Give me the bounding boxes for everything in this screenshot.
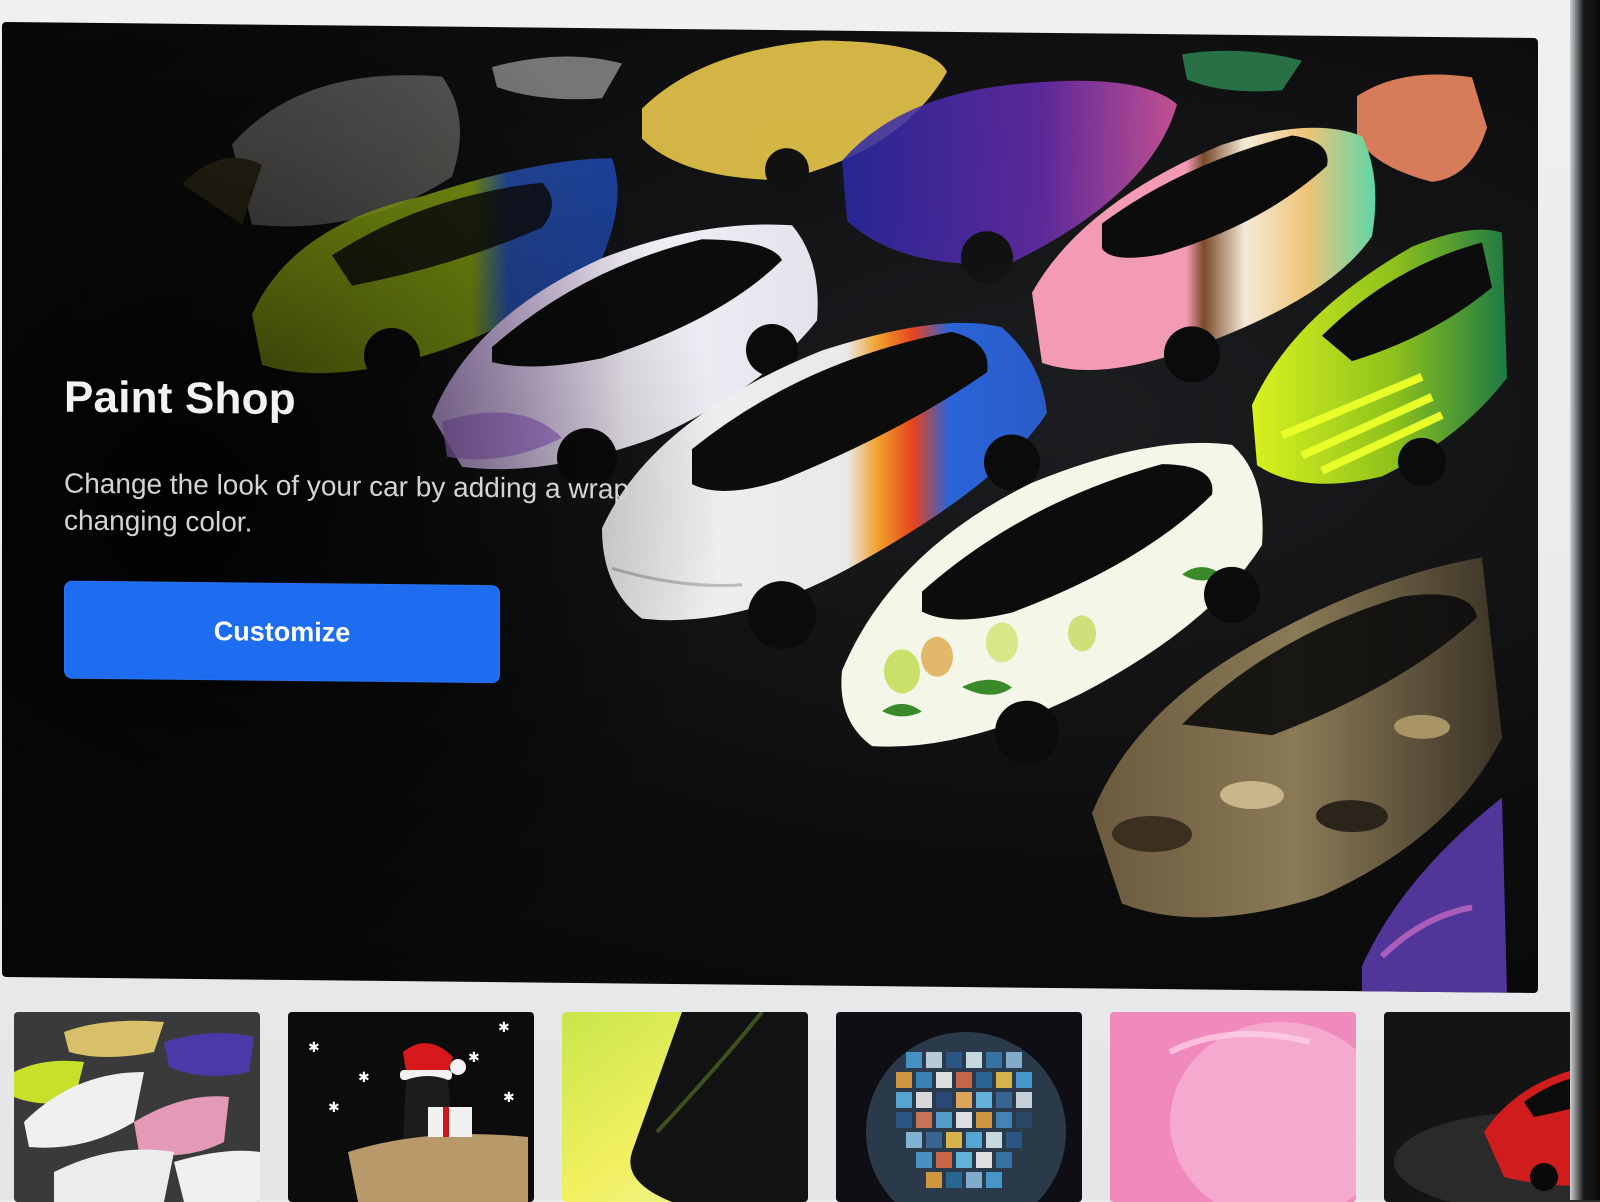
- santa-hat-robot-image: ✱ ✱ ✱ ✱ ✱ ✱: [288, 1012, 534, 1202]
- svg-text:✱: ✱: [308, 1040, 320, 1056]
- screen: Paint Shop Change the look of your car b…: [0, 0, 1600, 1202]
- gradient-wrap-image: [562, 1012, 808, 1202]
- svg-text:✱: ✱: [358, 1070, 370, 1086]
- svg-text:✱: ✱: [498, 1020, 510, 1036]
- paint-shop-hero: Paint Shop Change the look of your car b…: [2, 21, 1538, 994]
- wrap-collection-thumbnail[interactable]: [14, 1012, 260, 1202]
- pink-wrap-thumbnail[interactable]: [1110, 1012, 1356, 1202]
- svg-text:✱: ✱: [328, 1100, 340, 1116]
- thumbnail-row: ✱ ✱ ✱ ✱ ✱ ✱: [14, 1012, 1600, 1202]
- wrap-collection-image: [14, 1012, 260, 1202]
- red-car-image: [1384, 1012, 1600, 1202]
- disco-ball-thumbnail[interactable]: [836, 1012, 1082, 1202]
- page-title: Paint Shop: [64, 372, 296, 425]
- red-car-thumbnail[interactable]: [1384, 1012, 1600, 1202]
- holiday-thumbnail[interactable]: ✱ ✱ ✱ ✱ ✱ ✱: [288, 1012, 534, 1202]
- pink-wrap-image: [1110, 1012, 1356, 1202]
- gradient-wrap-thumbnail[interactable]: [562, 1012, 808, 1202]
- hero-text-block: Paint Shop Change the look of your car b…: [64, 373, 764, 686]
- svg-text:✱: ✱: [468, 1050, 480, 1066]
- svg-text:✱: ✱: [503, 1090, 515, 1106]
- customize-button[interactable]: Customize: [64, 580, 500, 684]
- device-bezel: [1570, 0, 1600, 1200]
- hero-description: Change the look of your car by adding a …: [64, 467, 662, 538]
- disco-ball-image: [836, 1012, 1082, 1202]
